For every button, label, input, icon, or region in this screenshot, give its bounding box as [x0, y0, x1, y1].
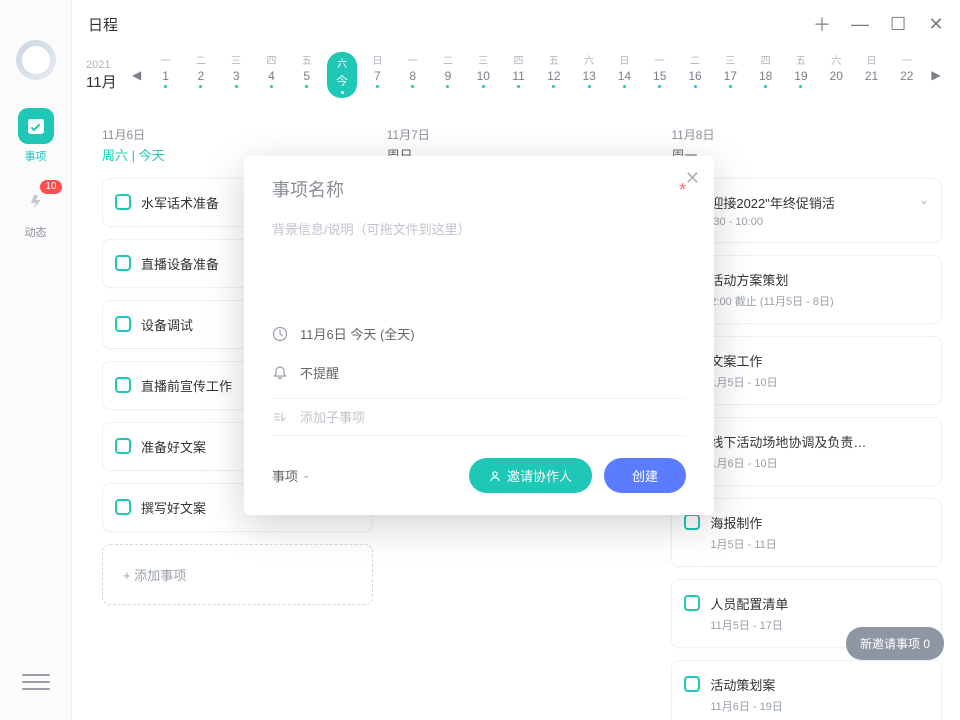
category-select[interactable]: 事项 ⌄: [272, 466, 310, 485]
reminder-row[interactable]: 不提醒: [272, 353, 686, 392]
task-title-input[interactable]: [272, 180, 673, 201]
create-button[interactable]: 创建: [604, 458, 686, 493]
subtask-input[interactable]: [300, 410, 686, 425]
reminder-value: 不提醒: [300, 363, 339, 382]
close-icon[interactable]: ✕: [685, 168, 700, 189]
create-task-modal: ✕ * 11月6日 今天 (全天) 不提醒 事项 ⌄: [244, 156, 714, 515]
new-invite-pill[interactable]: 新邀请事项 0: [846, 627, 944, 660]
task-desc-input[interactable]: [272, 219, 686, 309]
subtask-icon: [272, 409, 288, 425]
clock-icon: [272, 326, 288, 342]
subtask-row[interactable]: [272, 398, 686, 436]
chevron-down-icon: ⌄: [302, 470, 310, 481]
modal-overlay: ✕ * 11月6日 今天 (全天) 不提醒 事项 ⌄: [0, 0, 960, 720]
time-value: 11月6日 今天 (全天): [300, 324, 415, 343]
bell-icon: [272, 365, 288, 381]
invite-button[interactable]: 邀请协作人: [469, 458, 592, 493]
time-row[interactable]: 11月6日 今天 (全天): [272, 314, 686, 353]
